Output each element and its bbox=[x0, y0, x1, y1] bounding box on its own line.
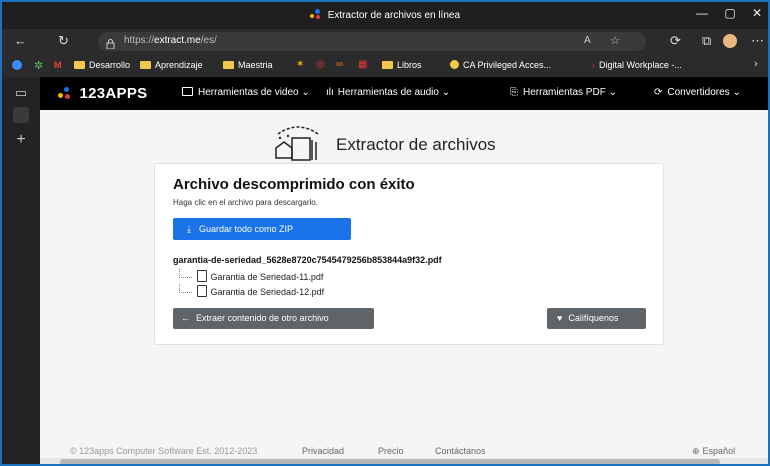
heart-icon: ♥ bbox=[557, 313, 563, 323]
copyright-text: © 123apps Computer Software Est. 2012-20… bbox=[70, 446, 258, 456]
bookmark-ca-privileged[interactable]: CA Privileged Acces... bbox=[450, 60, 551, 70]
folder-icon bbox=[74, 61, 85, 69]
chevron-down-icon: ⌄ bbox=[301, 87, 310, 98]
nav-video-tools[interactable]: Herramientas de video ⌄ bbox=[182, 87, 310, 98]
bookmark-icon-6[interactable]: ▦ bbox=[358, 59, 367, 70]
file-item[interactable]: Garantia de Seriedad-11.pdf bbox=[173, 269, 323, 282]
save-all-zip-button[interactable]: ⤓ Guardar todo como ZIP bbox=[173, 218, 351, 240]
chevron-down-icon: ⌄ bbox=[441, 87, 451, 98]
back-arrow-icon[interactable]: ← bbox=[14, 33, 27, 48]
bookmark-desarrollo[interactable]: Desarrollo bbox=[74, 60, 130, 70]
more-menu-icon[interactable]: ⋯ bbox=[751, 33, 764, 49]
ca-icon bbox=[450, 60, 459, 69]
pdf-file-icon bbox=[196, 270, 207, 282]
minimize-button[interactable]: — bbox=[692, 6, 712, 20]
bookmarks-overflow-icon[interactable]: › bbox=[754, 58, 758, 70]
audio-icon: ılı bbox=[326, 87, 334, 98]
bookmark-icon-2[interactable]: ✲ bbox=[34, 59, 43, 72]
tree-connector bbox=[179, 284, 192, 293]
digital-workplace-icon: › bbox=[592, 60, 595, 70]
bookmark-libros[interactable]: Libros bbox=[382, 60, 422, 70]
globe-icon: ⊕ bbox=[692, 446, 700, 456]
video-icon bbox=[182, 87, 193, 96]
success-heading: Archivo descomprimido con éxito bbox=[173, 176, 415, 193]
bookmark-icon-3[interactable]: ✶ bbox=[296, 59, 304, 70]
nav-pdf-tools[interactable]: ⎘ Herramientas PDF ⌄ bbox=[510, 87, 617, 98]
chevron-down-icon: ⌄ bbox=[608, 87, 617, 98]
footer-link-contact[interactable]: Contáctanos bbox=[435, 446, 486, 456]
pdf-file-icon bbox=[196, 285, 207, 297]
instructions-text: Haga clic en el archivo para descargarlo… bbox=[173, 198, 318, 207]
arrow-left-icon: ← bbox=[181, 313, 190, 323]
archive-name: garantia-de-seriedad_5628e8720c754547925… bbox=[173, 255, 442, 265]
url-field[interactable]: https://extract.me/es/ A ☆ bbox=[98, 32, 646, 51]
chevron-down-icon: ⌄ bbox=[732, 87, 741, 98]
scrollbar-thumb[interactable] bbox=[60, 459, 720, 464]
main-content: Extractor de archivos Archivo descomprim… bbox=[40, 110, 768, 464]
bookmark-icon-1[interactable] bbox=[12, 60, 22, 70]
lock-icon bbox=[106, 36, 115, 50]
gmail-icon[interactable]: M bbox=[54, 60, 62, 70]
converter-icon: ⟳ bbox=[654, 87, 663, 98]
download-icon: ⤓ bbox=[187, 224, 191, 234]
logo-dots-icon bbox=[58, 86, 72, 100]
site-logo[interactable]: 123APPS bbox=[58, 85, 147, 102]
result-card: Archivo descomprimido con éxito Haga cli… bbox=[154, 163, 664, 345]
browser-window: Extractor de archivos en línea — ▢ ✕ ← ↻… bbox=[0, 0, 770, 466]
rate-us-button[interactable]: ♥ Califíquenos bbox=[547, 308, 646, 329]
site-logo-text: 123APPS bbox=[79, 85, 148, 102]
extensions-icon[interactable]: ⟳ bbox=[670, 33, 681, 49]
new-tab-icon[interactable]: + bbox=[2, 131, 40, 149]
extract-other-button[interactable]: ← Extraer contenido de otro archivo bbox=[173, 308, 374, 329]
maximize-button[interactable]: ▢ bbox=[720, 6, 740, 20]
nav-audio-tools[interactable]: ılı Herramientas de audio ⌄ bbox=[326, 87, 450, 98]
tab-actions-icon[interactable]: ▭ bbox=[2, 85, 40, 101]
footer-link-privacy[interactable]: Privacidad bbox=[302, 446, 344, 456]
active-tab-icon[interactable] bbox=[13, 107, 29, 123]
language-selector[interactable]: ⊕ Español bbox=[692, 446, 735, 457]
close-button[interactable]: ✕ bbox=[747, 6, 767, 20]
profile-avatar[interactable] bbox=[723, 34, 737, 48]
bookmark-maestria[interactable]: Maestria bbox=[223, 60, 273, 70]
folder-icon bbox=[382, 61, 393, 69]
address-bar: ← ↻ https://extract.me/es/ A ☆ ⟳ ⧉ ⋯ bbox=[2, 29, 768, 54]
tree-connector bbox=[179, 269, 192, 278]
footer-link-pricing[interactable]: Precio bbox=[378, 446, 404, 456]
favorite-star-icon[interactable]: ☆ bbox=[610, 34, 620, 47]
folder-icon bbox=[140, 61, 151, 69]
app-navigation: 123APPS Herramientas de video ⌄ ılı Herra… bbox=[40, 77, 768, 110]
bookmark-icon-5[interactable]: ∞ bbox=[336, 59, 343, 70]
pdf-icon: ⎘ bbox=[510, 87, 518, 98]
bookmark-digital-workplace[interactable]: › Digital Workplace -... bbox=[592, 60, 682, 70]
page-title: Extractor de archivos bbox=[336, 135, 496, 154]
bookmarks-bar: ✲ M Desarrollo Aprendizaje Maestria ✶ ◎ … bbox=[2, 54, 768, 78]
read-aloud-icon[interactable]: A bbox=[584, 35, 591, 46]
window-title: Extractor de archivos en línea bbox=[327, 10, 461, 21]
url-text: https://extract.me/es/ bbox=[124, 35, 217, 46]
archive-extractor-icon bbox=[270, 124, 326, 164]
file-item[interactable]: Garantia de Seriedad-12.pdf bbox=[173, 284, 324, 297]
horizontal-scrollbar[interactable] bbox=[40, 458, 768, 464]
refresh-icon[interactable]: ↻ bbox=[58, 33, 69, 49]
app-logo-icon bbox=[309, 8, 322, 20]
folder-icon bbox=[223, 61, 234, 69]
window-title-wrap: Extractor de archivos en línea bbox=[2, 8, 768, 21]
bookmark-aprendizaje[interactable]: Aprendizaje bbox=[140, 60, 203, 70]
collections-icon[interactable]: ⧉ bbox=[702, 33, 711, 49]
bookmark-icon-4[interactable]: ◎ bbox=[316, 59, 325, 70]
vertical-tabs-sidebar: ▭ + bbox=[2, 77, 40, 464]
title-bar: Extractor de archivos en línea — ▢ ✕ bbox=[2, 2, 768, 29]
nav-converters[interactable]: ⟳ Convertidores ⌄ bbox=[654, 87, 741, 98]
